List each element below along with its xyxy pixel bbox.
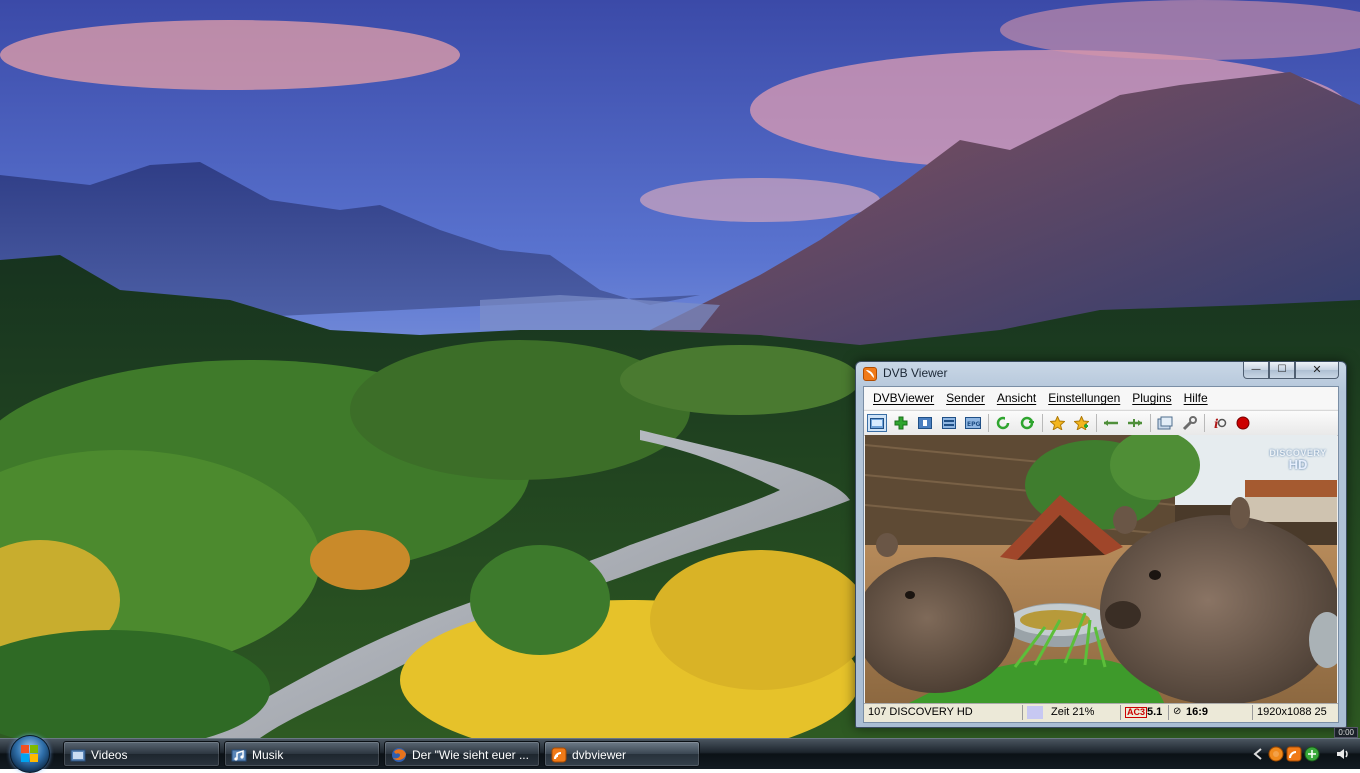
fullscreen-button[interactable] (867, 414, 887, 432)
window-title: DVB Viewer (883, 366, 948, 380)
epg-icon: EPG (965, 417, 981, 429)
status-bar: 107 DISCOVERY HD Zeit 21% AC3 5.1 ⊘ 16:9… (864, 703, 1338, 722)
favorite-icon (1049, 416, 1065, 430)
taskbar-item-firefox[interactable]: Der "Wie sieht euer ... (384, 741, 540, 767)
windows-logo-icon (21, 745, 39, 763)
dvbviewer-window: DVB Viewer — ☐ ✕ DVBViewer Sender Ansich… (855, 361, 1347, 728)
favorite-add-button[interactable] (1071, 414, 1091, 432)
menu-einstellungen[interactable]: Einstellungen (1043, 387, 1125, 409)
video-frame (865, 435, 1337, 705)
volume-down-button[interactable] (1101, 414, 1121, 432)
status-divider (1120, 705, 1121, 720)
add-icon (894, 416, 908, 430)
fullscreen-icon (870, 417, 884, 429)
info-icon: i (1214, 417, 1226, 431)
settings-button[interactable] (1179, 414, 1199, 432)
info-button[interactable]: i (1209, 414, 1229, 432)
record-button[interactable] (1233, 414, 1253, 432)
teletext-icon (918, 417, 932, 429)
record-icon (1236, 416, 1250, 430)
minimize-button[interactable]: — (1243, 362, 1269, 379)
status-divider (1168, 705, 1169, 720)
window-client-area: DVBViewer Sender Ansicht Einstellungen P… (863, 386, 1339, 723)
show-hidden-icons-chevron-icon[interactable] (1253, 748, 1263, 760)
start-button[interactable] (10, 735, 50, 773)
dvbviewer-tray-icon[interactable] (1286, 746, 1302, 762)
toolbar-separator (1096, 414, 1097, 432)
status-channel: 107 DISCOVERY HD (868, 706, 973, 718)
channel-forward-icon (1020, 416, 1034, 430)
window-titlebar[interactable]: DVB Viewer — ☐ ✕ (856, 362, 1346, 385)
status-divider (1252, 705, 1253, 720)
status-divider (1022, 705, 1023, 720)
audio-codec-badge: AC3 (1125, 707, 1148, 718)
volume-up-icon (1128, 419, 1142, 427)
status-resolution: 1920x1088 25 (1257, 706, 1327, 718)
taskbar-item-musik[interactable]: Musik (224, 741, 380, 767)
toolbar: EPG i (864, 410, 1338, 436)
settings-wrench-icon (1182, 415, 1197, 430)
snapshot-button[interactable] (1155, 414, 1175, 432)
menu-sender[interactable]: Sender (941, 387, 990, 409)
video-display[interactable]: DISCOVERY HD (865, 435, 1337, 705)
channel-logo: DISCOVERY HD (1267, 447, 1329, 471)
firefox-tray-icon[interactable] (1268, 746, 1284, 762)
channel-forward-button[interactable] (1017, 414, 1037, 432)
toolbar-separator (1042, 414, 1043, 432)
volume-down-icon (1104, 420, 1118, 426)
favorite-button[interactable] (1047, 414, 1067, 432)
toolbar-separator (1150, 414, 1151, 432)
menu-plugins[interactable]: Plugins (1127, 387, 1176, 409)
videos-folder-icon (70, 749, 86, 762)
taskbar-item-dvbviewer[interactable]: dvbviewer (544, 741, 700, 767)
channel-logo-hd: HD (1288, 457, 1308, 472)
close-button[interactable]: ✕ (1295, 362, 1339, 379)
dvbviewer-app-icon[interactable] (863, 367, 877, 381)
taskbar-item-label: Videos (91, 748, 128, 762)
music-folder-icon (231, 749, 247, 762)
menu-hilfe[interactable]: Hilfe (1179, 387, 1213, 409)
menu-ansicht[interactable]: Ansicht (992, 387, 1041, 409)
aspect-icon: ⊘ (1173, 706, 1182, 717)
channel-back-icon (996, 416, 1010, 430)
caption-buttons: — ☐ ✕ (1243, 362, 1339, 379)
firefox-icon (392, 748, 406, 762)
maximize-button[interactable]: ☐ (1269, 362, 1295, 379)
favorite-add-icon (1073, 416, 1089, 430)
snapshot-icon (1157, 416, 1173, 430)
system-tray: 0:00 (1250, 727, 1360, 769)
status-audio: 5.1 (1147, 706, 1163, 718)
tray-clock[interactable]: 0:00 (1334, 727, 1358, 738)
taskbar-item-videos[interactable]: Videos (63, 741, 220, 767)
status-aspect: 16:9 (1186, 706, 1209, 718)
toolbar-separator (1204, 414, 1205, 432)
taskbar-item-label: dvbviewer (572, 748, 627, 762)
dvbviewer-icon (551, 747, 567, 763)
network-tray-icon[interactable] (1304, 746, 1320, 762)
osd-button[interactable] (939, 414, 959, 432)
taskbar-item-label: Der "Wie sieht euer ... (412, 748, 529, 762)
epg-icon-label: EPG (967, 421, 980, 428)
status-time: Zeit 21% (1051, 706, 1095, 718)
volume-tray-icon[interactable] (1335, 746, 1351, 762)
teletext-button[interactable] (915, 414, 935, 432)
volume-up-button[interactable] (1125, 414, 1145, 432)
taskbar-item-label: Musik (252, 748, 284, 762)
add-button[interactable] (891, 414, 911, 432)
menu-dvbviewer[interactable]: DVBViewer (868, 387, 939, 409)
channel-back-button[interactable] (993, 414, 1013, 432)
epg-button[interactable]: EPG (963, 414, 983, 432)
signal-swatch (1027, 706, 1043, 719)
toolbar-separator (988, 414, 989, 432)
menu-bar: DVBViewer Sender Ansicht Einstellungen P… (864, 387, 1338, 409)
osd-icon (942, 417, 956, 429)
taskbar: Videos Musik Der "Wie sieht euer ... dvb… (0, 727, 1360, 773)
